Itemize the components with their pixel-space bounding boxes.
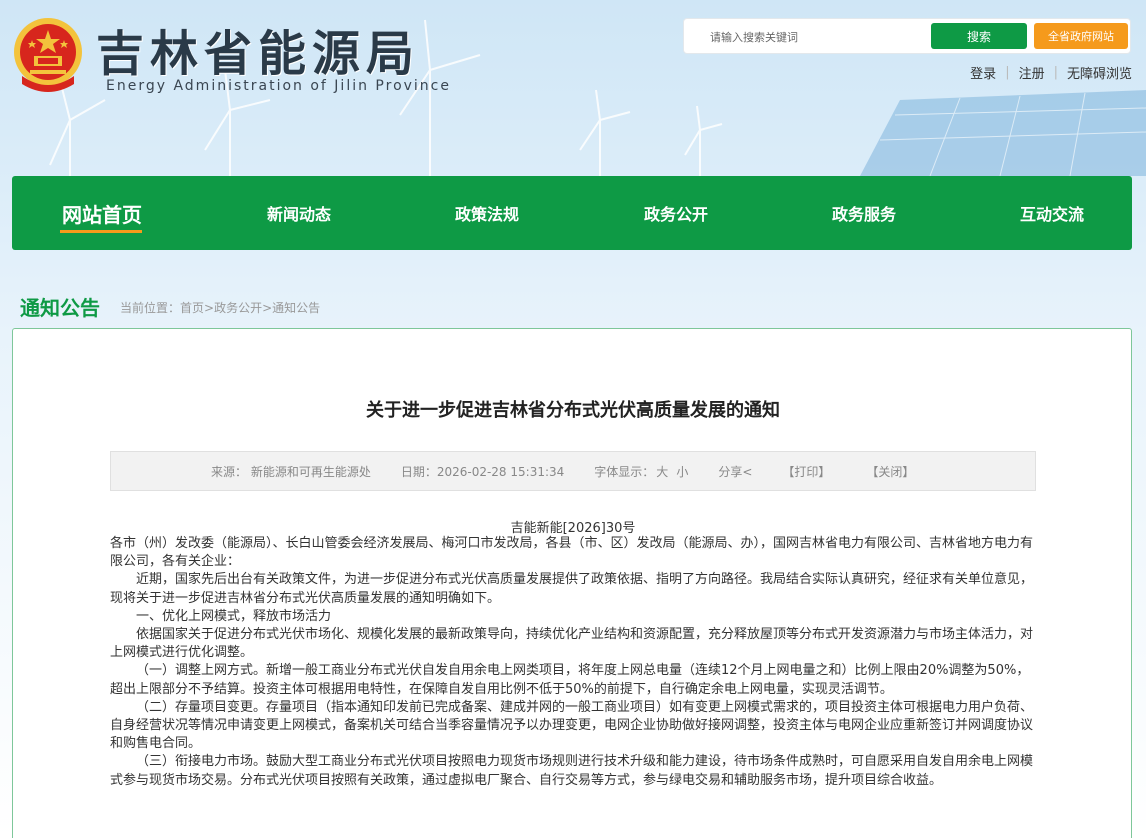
font-size-label: 字体显示： <box>594 464 655 479</box>
article-source: 来源： 新能源和可再生能源处 <box>211 464 371 479</box>
article-paragraph: 各市（州）发改委（能源局）、长白山管委会经济发展局、梅河口市发改局，各县（市、区… <box>110 536 1034 570</box>
article-heading: 一、优化上网模式，释放市场活力 <box>136 608 332 624</box>
login-link[interactable]: 登录 <box>970 63 996 82</box>
province-sites-button[interactable]: 全省政府网站 <box>1034 23 1128 49</box>
user-links: 登录 | 注册 | 无障碍浏览 <box>970 63 1132 82</box>
breadcrumb-government-affairs[interactable]: 政务公开 <box>214 301 262 315</box>
site-title: 吉林省能源局 <box>96 26 421 82</box>
nav-news[interactable]: 新闻动态 <box>249 176 349 250</box>
accessibility-link[interactable]: 无障碍浏览 <box>1067 63 1132 82</box>
nav-government-services[interactable]: 政务服务 <box>814 176 914 250</box>
breadcrumb: 当前位置：首页>政务公开>通知公告 <box>120 299 320 316</box>
article-meta-bar: 来源： 新能源和可再生能源处 日期：2026-02-28 15:31:34 字体… <box>110 451 1036 491</box>
share-label: 分享 <box>718 464 743 479</box>
main-nav: 网站首页 新闻动态 政策法规 政务公开 政务服务 互动交流 <box>12 176 1132 250</box>
font-small-button[interactable]: 小 <box>676 463 688 480</box>
site-header: 吉林省能源局 Energy Administration of Jilin Pr… <box>0 0 1146 176</box>
section-title: 通知公告 <box>20 296 100 320</box>
article-title: 关于进一步促进吉林省分布式光伏高质量发展的通知 <box>366 400 780 421</box>
article-date: 日期：2026-02-28 15:31:34 <box>400 464 565 479</box>
article-paragraph: 依据国家关于促进分布式光伏市场化、规模化发展的最新政策导向，持续优化产业结构和资… <box>110 627 1034 661</box>
breadcrumb-separator: > <box>262 301 273 315</box>
article-panel: 关于进一步促进吉林省分布式光伏高质量发展的通知 来源： 新能源和可再生能源处 日… <box>12 328 1132 838</box>
breadcrumb-home[interactable]: 首页 <box>180 301 204 315</box>
search-button[interactable]: 搜索 <box>931 23 1027 49</box>
share-icon: < <box>742 464 753 479</box>
search-input[interactable] <box>710 26 910 48</box>
nav-policy[interactable]: 政策法规 <box>437 176 537 250</box>
article-paragraph: （一）调整上网方式。新增一般工商业分布式光伏自发自用余电上网类项目，将年度上网总… <box>110 663 1030 697</box>
breadcrumb-prefix: 当前位置： <box>120 301 181 315</box>
separator: | <box>1053 65 1058 80</box>
national-emblem-icon <box>14 18 82 92</box>
nav-interaction[interactable]: 互动交流 <box>1002 176 1102 250</box>
register-link[interactable]: 注册 <box>1019 63 1045 82</box>
print-button[interactable]: 【打印】 <box>782 463 830 480</box>
article-paragraph: 近期，国家先后出台有关政策文件，为进一步促进分布式光伏高质量发展提供了政策依据、… <box>110 572 1034 606</box>
font-large-button[interactable]: 大 <box>656 463 668 480</box>
separator: | <box>1005 65 1010 80</box>
article-body: 各市（州）发改委（能源局）、长白山管委会经济发展局、梅河口市发改局，各县（市、区… <box>110 535 1036 790</box>
nav-government-affairs[interactable]: 政务公开 <box>626 176 726 250</box>
nav-home[interactable]: 网站首页 <box>52 176 152 250</box>
share-button[interactable]: 分享< <box>718 463 752 480</box>
nav-active-indicator <box>60 230 142 233</box>
document-number: 吉能新能[2026]30号 <box>510 521 636 536</box>
close-button[interactable]: 【关闭】 <box>866 463 914 480</box>
breadcrumb-notices[interactable]: 通知公告 <box>272 301 320 315</box>
site-subtitle: Energy Administration of Jilin Province <box>106 78 451 94</box>
breadcrumb-separator: > <box>204 301 215 315</box>
article-paragraph: （二）存量项目变更。存量项目（指本通知印发前已完成备案、建成并网的一般工商业项目… <box>110 699 1034 752</box>
search-bar: 搜索 全省政府网站 <box>683 18 1131 54</box>
article-paragraph: （三）衔接电力市场。鼓励大型工商业分布式光伏项目按照电力现货市场规则进行技术升级… <box>110 754 1034 788</box>
